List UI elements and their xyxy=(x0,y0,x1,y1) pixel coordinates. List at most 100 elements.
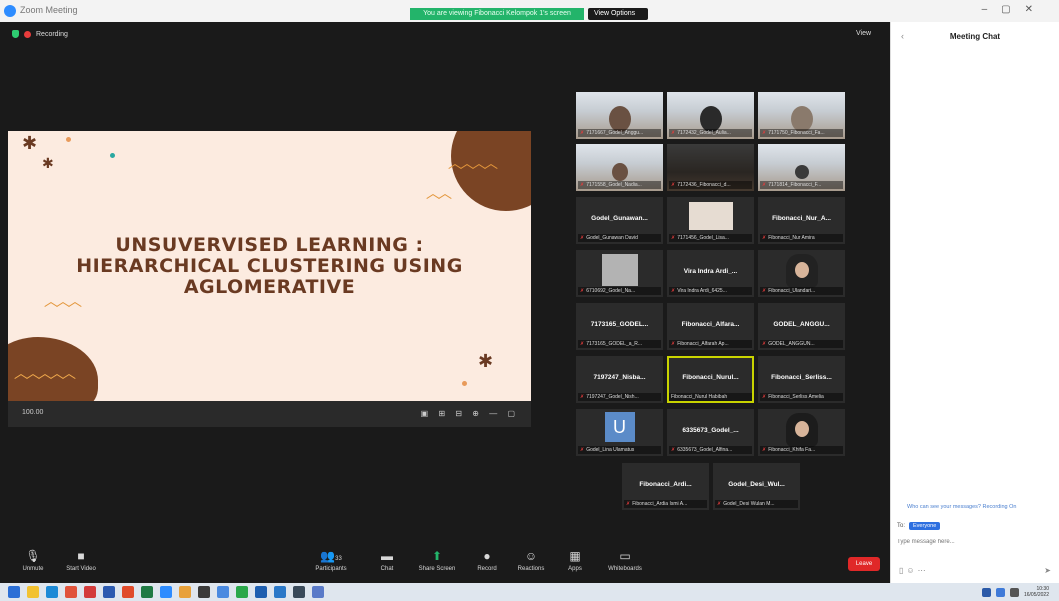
participant-tile[interactable]: Fibonacci_Nur_A... ✗ Fibonacci_Nur Amira xyxy=(758,197,845,244)
participants-icon: 👥33 xyxy=(320,549,342,563)
participant-tile[interactable]: ✗ 7172432_Godel_Aulia... xyxy=(667,92,754,139)
participant-display-name: Fibonacci_Nur_A... xyxy=(772,215,831,222)
participant-tile[interactable]: Fibonacci_Alfara... ✗ Fibonacci_Alfarah A… xyxy=(667,303,754,350)
recording-label: Recording xyxy=(36,30,68,38)
zoom-level[interactable]: 100.00 xyxy=(22,409,43,416)
whiteboards-button[interactable]: ▭ Whiteboards xyxy=(600,548,650,572)
tray-icon[interactable] xyxy=(995,587,1005,597)
to-label: To: xyxy=(897,523,906,529)
record-icon: ● xyxy=(483,549,491,563)
word-icon[interactable] xyxy=(103,586,115,598)
participant-tile[interactable]: ✗ 7172436_Fibonacci_d... xyxy=(667,144,754,191)
app-icon[interactable] xyxy=(179,586,191,598)
muted-mic-icon: ✗ xyxy=(762,130,767,136)
chat-message-input[interactable] xyxy=(897,536,1053,548)
app-icon[interactable] xyxy=(293,586,305,598)
participants-button[interactable]: 👥33 Participants xyxy=(306,548,356,572)
active-speaker-tile[interactable]: Fibonacci_Nurul... Fibonacci_Nurul Habib… xyxy=(667,356,754,403)
participant-tile[interactable]: 7197247_Nisba... ✗ 7197247_Godel_Nish... xyxy=(576,356,663,403)
muted-mic-icon: ✗ xyxy=(717,501,722,507)
chat-visibility-hint[interactable]: Who can see your messages? Recording On xyxy=(907,504,1016,510)
leave-button[interactable]: Leave xyxy=(848,557,880,571)
muted-mic-icon: ✗ xyxy=(580,394,585,400)
participant-tile[interactable]: ✗ 7171456_Godel_Lisa... xyxy=(667,197,754,244)
participant-display-name: 6335673_Godel_... xyxy=(682,427,739,434)
slide-title-line: AGLOMERATIVE xyxy=(183,276,356,298)
zigzag-decoration: ︿︿︿︿︿ xyxy=(14,365,76,381)
chat-tools[interactable]: ▯☺⋯ xyxy=(899,566,929,575)
system-tray: 10:30 16/05/2022 xyxy=(981,586,1049,598)
participant-tile[interactable]: ✗ Fibonacci_Ulandari... xyxy=(758,250,845,297)
participant-tile[interactable]: ✗ Fibonacci_Khifa Fa... xyxy=(758,409,845,456)
slide-title: UNSUVERVISED LEARNING : HIERARCHICAL CLU… xyxy=(8,235,531,298)
muted-mic-icon: ✗ xyxy=(671,182,676,188)
participant-name: ✗ Fibonacci_Alfarah Ap... xyxy=(669,340,752,348)
participant-tile[interactable]: GODEL_ANGGU... ✗ GODEL_ANGGUN... xyxy=(758,303,845,350)
start-video-button[interactable]: ■ Start Video xyxy=(56,548,106,572)
participant-tile[interactable]: ✗ 6710692_Godel_Na... xyxy=(576,250,663,297)
participant-tile[interactable]: Fibonacci_Ardi... ✗ Fibonacci_Ardia Ismi … xyxy=(622,463,709,510)
participant-tile[interactable]: ✗ 7171750_Fibonacci_Fa... xyxy=(758,92,845,139)
app-icon[interactable] xyxy=(255,586,267,598)
chat-button[interactable]: ▬ Chat xyxy=(362,548,412,572)
share-screen-icon: ⬆ xyxy=(431,549,443,563)
recipient-dropdown[interactable]: Everyone xyxy=(909,522,941,530)
asterisk-decoration-icon: ✱ xyxy=(22,133,38,153)
muted-mic-icon: ✗ xyxy=(580,341,585,347)
participant-tile[interactable]: ✗ 7171558_Godel_Nadia... xyxy=(576,144,663,191)
edge-icon[interactable] xyxy=(46,586,58,598)
participant-tile[interactable]: Godel_Desi_Wul... ✗ Godel_Desi Wulan M... xyxy=(713,463,800,510)
tray-icon[interactable] xyxy=(981,587,991,597)
participant-tile[interactable]: Vira Indra Ardi_... ✗ Vira Indra Ardi_642… xyxy=(667,250,754,297)
participant-name: ✗ Fibonacci_Khifa Fa... xyxy=(760,446,843,454)
participant-photo xyxy=(601,254,638,286)
share-screen-button[interactable]: ⬆ Share Screen xyxy=(412,548,462,572)
app-icon[interactable] xyxy=(274,586,286,598)
unmute-button[interactable]: 🎙 Unmute xyxy=(8,548,58,572)
muted-mic-icon: ✗ xyxy=(762,447,767,453)
windows-taskbar: 10:30 16/05/2022 xyxy=(0,583,1059,601)
view-button[interactable]: View xyxy=(856,30,871,37)
participant-name: ✗ 7172432_Godel_Aulia... xyxy=(669,129,752,137)
participant-tile[interactable]: 6335673_Godel_... ✗ 6335673_Godel_Alfina.… xyxy=(667,409,754,456)
app-icon[interactable] xyxy=(84,586,96,598)
slide-view-tools[interactable]: ▣ ⊞ ⊟ ⊕ — ▢ xyxy=(421,409,519,418)
recording-status: Recording xyxy=(12,30,68,38)
participant-tile[interactable]: U ✗ Godel_Lina Ulamatus xyxy=(576,409,663,456)
participant-tile[interactable]: Fibonacci_Serliss... ✗ Fibonacci_Serliss … xyxy=(758,356,845,403)
reactions-button[interactable]: ☺ Reactions xyxy=(506,548,556,572)
tray-icon[interactable] xyxy=(1009,587,1019,597)
apps-button[interactable]: ▦ Apps xyxy=(550,548,600,572)
muted-mic-icon: ✗ xyxy=(762,235,767,241)
start-icon[interactable] xyxy=(8,586,20,598)
app-icon[interactable] xyxy=(312,586,324,598)
participant-name: ✗ 7173165_GODEL_a_R... xyxy=(578,340,661,348)
chrome-icon[interactable] xyxy=(217,586,229,598)
zoom-window: Zoom Meeting You are viewing Fibonacci K… xyxy=(0,0,1059,583)
window-controls[interactable]: –▢✕ xyxy=(982,4,1047,15)
taskbar-clock[interactable]: 10:30 16/05/2022 xyxy=(1024,586,1049,598)
participant-name: ✗ 7171456_Godel_Lisa... xyxy=(669,234,752,242)
record-button[interactable]: ● Record xyxy=(462,548,512,572)
participant-display-name: Fibonacci_Alfara... xyxy=(681,321,740,328)
view-options-button[interactable]: View Options xyxy=(588,8,648,20)
zoom-icon[interactable] xyxy=(160,586,172,598)
participant-name: ✗ Fibonacci_Ardia Ismi A... xyxy=(624,500,707,508)
participant-tile[interactable]: ✗ 7171667_Godel_Anggu... xyxy=(576,92,663,139)
powerpoint-icon[interactable] xyxy=(122,586,134,598)
asterisk-decoration-icon: ✱ xyxy=(478,351,494,371)
dot-decoration xyxy=(66,137,71,142)
participant-tile[interactable]: ✗ 7171814_Fibonacci_F... xyxy=(758,144,845,191)
app-icon[interactable] xyxy=(198,586,210,598)
participant-tile[interactable]: 7173165_GODEL... ✗ 7173165_GODEL_a_R... xyxy=(576,303,663,350)
asterisk-decoration-icon: ✱ xyxy=(42,155,54,171)
muted-mic-icon: ✗ xyxy=(762,288,767,294)
excel-icon[interactable] xyxy=(141,586,153,598)
screen-share-banner: You are viewing Fibonacci Kelompok 1's s… xyxy=(410,8,584,20)
participant-tile[interactable]: Godel_Gunawan... ✗ Godel_Gunawan David xyxy=(576,197,663,244)
app-icon[interactable] xyxy=(236,586,248,598)
app-icon[interactable] xyxy=(65,586,77,598)
file-explorer-icon[interactable] xyxy=(27,586,39,598)
send-icon[interactable]: ➤ xyxy=(1044,566,1051,575)
participant-display-name: GODEL_ANGGU... xyxy=(773,321,830,328)
